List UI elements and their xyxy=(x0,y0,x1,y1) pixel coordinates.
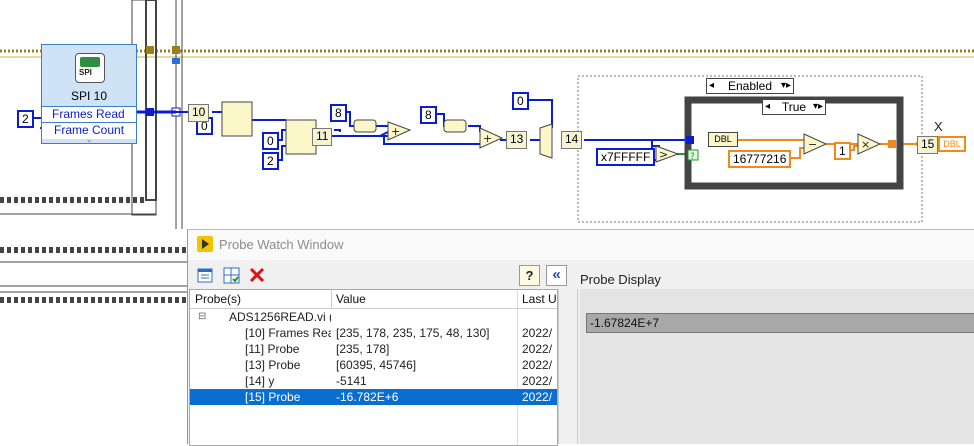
column-header-probes[interactable]: Probe(s) xyxy=(195,290,241,308)
probe-10[interactable]: 10 xyxy=(188,104,210,122)
svg-text:+: + xyxy=(391,125,400,138)
svg-text:+: + xyxy=(483,132,492,145)
double-chevron-left-icon: « xyxy=(552,266,561,283)
probe-row[interactable]: [10] Frames Rea [235, 178, 235, 175, 48,… xyxy=(190,325,557,341)
probe-15[interactable]: 15 xyxy=(917,136,939,154)
case-structure-selector[interactable]: ◂ True ▾▸ xyxy=(762,99,826,115)
svg-text:×: × xyxy=(861,138,870,151)
svg-text:?: ? xyxy=(690,152,695,162)
node-expand-chevron-icon[interactable]: ⌄ xyxy=(42,136,136,144)
grid-check-icon xyxy=(223,267,240,284)
probe-open-icon xyxy=(197,268,213,283)
probe-14[interactable]: 14 xyxy=(561,131,583,149)
shift-constant[interactable]: 8 xyxy=(330,104,347,122)
probe-row[interactable]: [13] Probe [60395, 45746] 2022/ xyxy=(190,357,557,373)
probe-display-label: Probe Display xyxy=(580,272,661,287)
scale-constant[interactable]: 1 xyxy=(834,142,851,160)
column-header-last-update[interactable]: Last U xyxy=(522,290,557,308)
probe-list-table[interactable]: Probe(s) Value Last U ⊟ ADS1256READ.vi (… xyxy=(189,289,558,446)
x-indicator[interactable]: DBL xyxy=(938,136,966,152)
collapse-tree-icon[interactable]: ⊟ xyxy=(198,309,206,325)
frame-count-constant[interactable]: 2 xyxy=(17,110,34,128)
collapse-button[interactable]: « xyxy=(546,265,567,286)
probe-window-title: Probe Watch Window xyxy=(219,237,344,252)
probe-row[interactable]: [14] y -5141 2022/ xyxy=(190,373,557,389)
spi-node-title: SPI 10 xyxy=(70,89,108,103)
pane-splitter[interactable] xyxy=(558,289,578,444)
vi-tree-node[interactable]: ⊟ ADS1256READ.vi ( xyxy=(190,309,557,325)
open-probe-button[interactable] xyxy=(195,265,216,286)
disable-structure-selector[interactable]: ◂ Enabled ▾▸ xyxy=(706,78,794,94)
spi-icon: SPI xyxy=(75,53,105,83)
probe-row[interactable]: [11] Probe [235, 178] 2022/ xyxy=(190,341,557,357)
probe-11[interactable]: 11 xyxy=(312,128,333,146)
help-button[interactable]: ? xyxy=(519,265,540,286)
index-constant[interactable]: 0 xyxy=(262,132,279,150)
column-header-value[interactable]: Value xyxy=(336,290,366,308)
svg-text:>: > xyxy=(659,148,668,161)
labview-icon xyxy=(197,236,213,252)
svg-text:−: − xyxy=(808,138,817,151)
retain-values-button[interactable] xyxy=(221,265,242,286)
probe-13[interactable]: 13 xyxy=(506,131,528,149)
delete-probe-button[interactable] xyxy=(247,265,268,286)
shift-constant[interactable]: 8 xyxy=(420,106,437,124)
frames-read-terminal[interactable]: Frames Read xyxy=(42,106,136,123)
spi-node[interactable]: SPI SPI 10 Frames Read Frame Count ⌄ xyxy=(41,44,137,144)
mask-constant[interactable]: x7FFFFF xyxy=(596,148,656,166)
probe-display-value: -1.67824E+7 xyxy=(586,313,974,333)
help-icon: ? xyxy=(525,268,534,283)
probe-window-titlebar[interactable]: Probe Watch Window xyxy=(188,230,974,260)
probe-row-selected[interactable]: [15] Probe -16.782E+6 2022/ xyxy=(190,389,557,405)
zero-constant[interactable]: 0 xyxy=(512,92,529,110)
close-icon xyxy=(249,267,265,283)
length-constant[interactable]: 2 xyxy=(262,152,279,170)
to-double-node[interactable]: DBL xyxy=(708,132,738,147)
x-indicator-label: X xyxy=(934,119,943,134)
probe-watch-window[interactable]: Probe Watch Window ? « Probe(s) Value La… xyxy=(187,229,974,446)
offset-constant[interactable]: 16777216 xyxy=(728,150,792,168)
